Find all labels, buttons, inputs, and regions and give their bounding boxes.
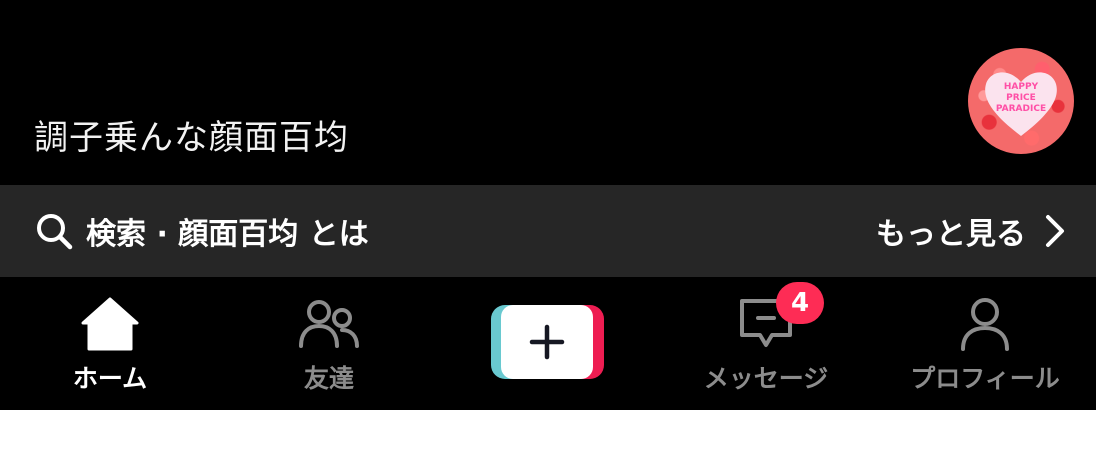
create-button[interactable] — [491, 305, 604, 379]
search-suggestion-text: 検索 · 顔面百均 とは — [86, 217, 369, 252]
search-icon — [37, 214, 73, 250]
bottom-navigation: ホーム 友達 メッセージ プロフィール — [0, 277, 1096, 410]
sound-disc-line: HAPPY — [1003, 82, 1039, 92]
profile-icon — [961, 298, 1009, 351]
chevron-right-icon — [1046, 215, 1064, 247]
search-suggestion-bar[interactable]: 検索 · 顔面百均 とは もっと見る — [0, 185, 1096, 277]
tab-home-label: ホーム — [72, 364, 148, 393]
tab-profile[interactable]: プロフィール — [905, 277, 1065, 410]
video-area[interactable]: 調子乗んな顔面百均 HAPPY PRICE PARADICE — [0, 0, 1096, 185]
tab-friends-label: 友達 — [303, 364, 354, 393]
video-caption: 調子乗んな顔面百均 — [34, 118, 349, 158]
tab-friends[interactable]: 友達 — [249, 277, 409, 410]
app-screen: 調子乗んな顔面百均 HAPPY PRICE PARADICE 検索 · 顔面百均… — [0, 0, 1096, 470]
friends-icon — [299, 300, 359, 348]
tab-profile-label: プロフィール — [910, 364, 1060, 393]
sound-disc-line: PRICE — [1006, 93, 1036, 103]
plus-icon — [529, 324, 565, 360]
create-button-face — [501, 305, 593, 379]
home-icon — [81, 297, 139, 351]
tab-inbox-label: メッセージ — [703, 364, 829, 393]
sound-disc[interactable]: HAPPY PRICE PARADICE — [968, 48, 1074, 154]
see-more-label: もっと見る — [876, 217, 1026, 252]
notification-badge: 4 — [776, 282, 824, 324]
sound-disc-line: PARADICE — [995, 104, 1047, 114]
blank-area — [0, 410, 1096, 470]
tab-home[interactable]: ホーム — [30, 277, 190, 410]
sound-disc-label: HAPPY PRICE PARADICE — [968, 82, 1074, 115]
see-more-button[interactable]: もっと見る — [876, 209, 1066, 253]
search-suggestion[interactable]: 検索 · 顔面百均 とは — [34, 209, 369, 253]
